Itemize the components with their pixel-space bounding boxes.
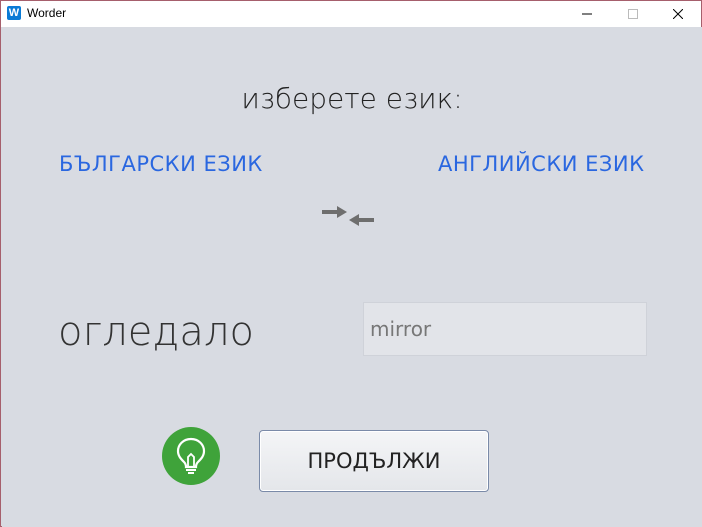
hint-button[interactable] bbox=[162, 427, 220, 485]
title-bar[interactable]: W Worder bbox=[1, 1, 701, 27]
minimize-icon bbox=[582, 13, 592, 15]
source-language-link[interactable]: БЪЛГАРСКИ ЕЗИК bbox=[59, 152, 263, 176]
choose-language-heading: изберете език: bbox=[241, 82, 463, 115]
swap-languages-button[interactable] bbox=[320, 205, 376, 229]
window-title: Worder bbox=[27, 6, 67, 20]
main-content: изберете език: БЪЛГАРСКИ ЕЗИК АНГЛИЙСКИ … bbox=[2, 27, 702, 527]
target-language-link[interactable]: АНГЛИЙСКИ ЕЗИК bbox=[438, 152, 644, 176]
app-logo-icon: W bbox=[7, 6, 21, 20]
lightbulb-icon bbox=[176, 437, 206, 474]
answer-input[interactable] bbox=[363, 302, 647, 356]
word-to-translate: огледало bbox=[58, 309, 254, 355]
close-button[interactable] bbox=[655, 1, 701, 27]
maximize-icon bbox=[628, 9, 638, 19]
minimize-button[interactable] bbox=[564, 1, 610, 27]
continue-button[interactable]: ПРОДЪЛЖИ bbox=[259, 430, 489, 492]
swap-arrows-icon bbox=[322, 206, 374, 226]
maximize-button[interactable] bbox=[610, 1, 656, 27]
app-window: W Worder изберете език: БЪЛГАРСКИ ЕЗИК А… bbox=[0, 0, 702, 527]
close-icon bbox=[673, 9, 683, 19]
